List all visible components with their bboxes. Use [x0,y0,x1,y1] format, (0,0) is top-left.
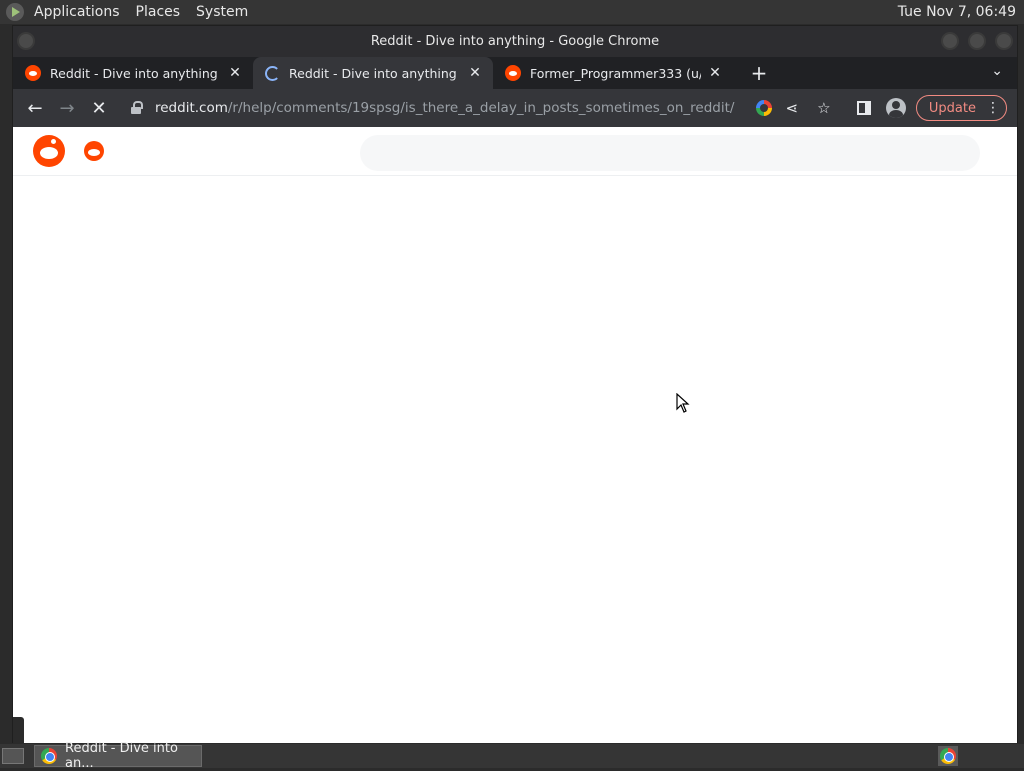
chrome-icon [940,748,956,764]
reddit-favicon-icon [505,65,521,81]
search-bar-placeholder[interactable] [360,135,980,171]
minimize-icon[interactable] [941,32,959,50]
forward-button[interactable]: → [51,92,83,124]
show-desktop-icon[interactable] [2,748,24,764]
maximize-icon[interactable] [968,32,986,50]
tab-title: Former_Programmer333 (u/F [530,65,701,81]
new-tab-button[interactable]: + [745,59,773,87]
window-menu-icon[interactable] [17,32,35,50]
distro-logo-icon[interactable] [6,3,24,21]
reddit-header [13,127,1017,176]
reddit-snoo-icon[interactable] [84,141,104,161]
tray-chrome-icon[interactable] [938,746,958,766]
reddit-favicon-icon [25,65,41,81]
stop-loading-button[interactable]: ✕ [83,92,115,124]
update-label: Update [928,100,976,116]
taskbar-window-label: Reddit - Dive into an... [65,741,178,771]
tab-close-icon[interactable]: ✕ [227,65,243,81]
address-bar[interactable]: reddit.com/r/help/comments/19spsg/is_the… [121,93,842,123]
taskbar-window-button[interactable]: Reddit - Dive into an... [34,741,202,771]
browser-toolbar: ← → ✕ reddit.com/r/help/comments/19spsg/… [13,89,1017,127]
panel-clock[interactable]: Tue Nov 7, 06:49 [898,4,1024,20]
share-icon[interactable]: ⋖ [780,99,804,117]
chrome-icon [41,748,57,764]
tab-title: Reddit - Dive into anything [50,65,218,81]
kebab-menu-icon[interactable]: ⋮ [986,100,1000,116]
back-button[interactable]: ← [19,92,51,124]
side-panel-icon[interactable] [856,101,871,115]
places-menu[interactable]: Places [128,4,189,20]
window-titlebar[interactable]: Reddit - Dive into anything - Google Chr… [13,26,1017,57]
tab-strip: Reddit - Dive into anything ✕ Reddit - D… [13,57,1017,89]
bookmark-star-icon[interactable]: ☆ [812,99,836,117]
page-viewport [13,127,1017,743]
url-host: reddit.com [155,100,228,116]
taskbar: Reddit - Dive into an... [0,741,1024,771]
google-lens-icon[interactable] [755,100,772,116]
update-button[interactable]: Update ⋮ [915,95,1007,121]
tab-close-icon[interactable]: ✕ [467,65,483,81]
close-window-icon[interactable] [995,32,1013,50]
applications-menu[interactable]: Applications [26,4,128,20]
top-panel: Applications Places System Tue Nov 7, 06… [0,0,1024,24]
tab-close-icon[interactable]: ✕ [707,65,723,81]
url-path: /r/help/comments/19spsg/is_there_a_delay… [227,100,735,116]
page-edge-widget [13,717,24,743]
tab-former-programmer[interactable]: Former_Programmer333 (u/F ✕ [493,57,733,89]
reddit-logo-icon[interactable] [33,135,65,167]
profile-avatar-icon[interactable] [885,98,906,118]
tab-search-chevron-icon[interactable]: ⌄ [991,63,1003,79]
loading-spinner-icon [265,65,280,81]
lock-icon[interactable] [131,101,143,115]
system-menu[interactable]: System [188,4,256,20]
tab-reddit-2-active[interactable]: Reddit - Dive into anything ✕ [253,57,493,89]
tab-reddit-1[interactable]: Reddit - Dive into anything ✕ [13,57,253,89]
chrome-window: Reddit - Dive into anything - Google Chr… [12,25,1018,743]
tab-title: Reddit - Dive into anything [289,65,457,81]
window-title: Reddit - Dive into anything - Google Chr… [370,34,660,49]
